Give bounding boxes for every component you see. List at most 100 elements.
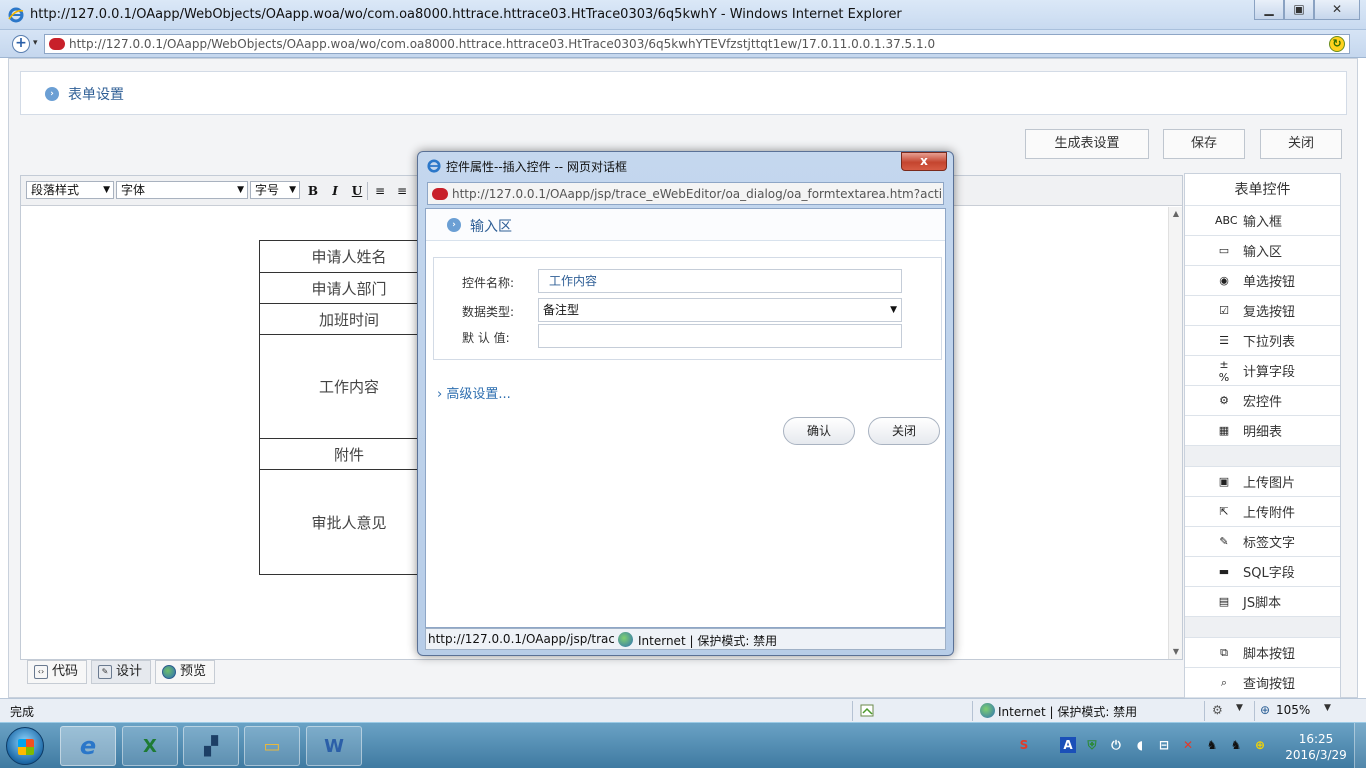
align-center-button[interactable]: ≡ <box>393 182 411 200</box>
control-upload-image[interactable]: ▣ 上传图片 <box>1185 467 1340 497</box>
control-script-button[interactable]: ⧉ 脚本按钮 <box>1185 638 1340 668</box>
zoom-level[interactable]: 105% <box>1276 703 1310 717</box>
control-detail-table[interactable]: ▦ 明细表 <box>1185 416 1340 446</box>
chevron-down-icon[interactable]: ▼ <box>1236 703 1251 718</box>
paragraph-style-select[interactable]: 段落样式 ▼ <box>26 181 114 199</box>
close-window-button[interactable]: ✕ <box>1314 0 1360 20</box>
control-label-text[interactable]: ✎ 标签文字 <box>1185 527 1340 557</box>
clock-date: 2016/3/29 <box>1285 748 1347 762</box>
security-zone: Internet | 保护模式: 禁用 <box>998 705 1138 719</box>
url-field[interactable]: http://127.0.0.1/OAapp/WebObjects/OAapp.… <box>44 34 1350 54</box>
dialog-close-button[interactable]: x <box>901 152 947 171</box>
table-cell[interactable]: 附件 <box>259 438 439 470</box>
dialog-security-zone: Internet | 保护模式: 禁用 <box>638 634 778 648</box>
window-title: http://127.0.0.1/OAapp/WebObjects/OAapp.… <box>30 7 902 22</box>
align-left-button[interactable]: ≡ <box>371 182 389 200</box>
protected-mode-icon[interactable]: ⚙ <box>1212 703 1227 718</box>
scroll-up-icon[interactable]: ▲ <box>1169 207 1183 221</box>
abc-icon: ABC <box>1215 214 1238 227</box>
control-label: 单选按钮 <box>1243 275 1296 290</box>
chevron-down-icon: ▼ <box>289 185 296 195</box>
chevron-down-icon[interactable]: ▼ <box>1324 703 1339 718</box>
close-button[interactable]: 关闭 <box>1260 129 1342 159</box>
control-label: 复选按钮 <box>1243 305 1296 320</box>
table-cell[interactable]: 申请人部门 <box>259 272 439 304</box>
table-cell[interactable]: 申请人姓名 <box>259 240 439 273</box>
underline-button[interactable]: U <box>348 182 366 200</box>
control-name-input[interactable]: 工作内容 <box>538 269 902 293</box>
sogou-icon[interactable]: S <box>1016 737 1032 753</box>
control-properties-form: 控件名称: 工作内容 数据类型: 备注型 ▼ 默 认 值: <box>433 257 942 360</box>
data-type-select[interactable]: 备注型 ▼ <box>538 298 902 322</box>
scroll-down-icon[interactable]: ▼ <box>1169 645 1183 659</box>
dialog-status-url: http://127.0.0.1/OAapp/jsp/trace_eWebEdi… <box>428 632 614 646</box>
generate-table-button[interactable]: 生成表设置 <box>1025 129 1149 159</box>
control-query-button[interactable]: ⌕ 查询按钮 <box>1185 668 1340 698</box>
start-button[interactable] <box>6 727 44 765</box>
show-desktop-button[interactable] <box>1354 723 1366 768</box>
control-macro[interactable]: ⚙ 宏控件 <box>1185 386 1340 416</box>
taskbar-word[interactable]: W <box>306 726 362 766</box>
advanced-settings-link[interactable]: › 高级设置... <box>437 383 511 402</box>
browser-helper-icon[interactable]: ⊕ <box>1252 737 1268 753</box>
italic-button[interactable]: I <box>326 182 344 200</box>
url-text[interactable]: http://127.0.0.1/OAapp/WebObjects/OAapp.… <box>69 37 935 51</box>
control-upload-attachment[interactable]: ⇱ 上传附件 <box>1185 497 1340 527</box>
control-dropdown[interactable]: ☰ 下拉列表 <box>1185 326 1340 356</box>
font-select[interactable]: 字体 ▼ <box>116 181 248 199</box>
nav-dropdown-icon[interactable]: ▾ <box>33 38 38 48</box>
copy-icon: ⧉ <box>1220 645 1228 659</box>
page-header: › 表单设置 <box>20 71 1347 115</box>
system-clock[interactable]: 16:25 2016/3/29 <box>1284 731 1348 763</box>
network-icon[interactable]: ⊟ <box>1156 737 1172 753</box>
control-js-script[interactable]: ▤ JS脚本 <box>1185 587 1340 617</box>
page-icon <box>49 38 65 50</box>
default-value-input[interactable] <box>538 324 902 348</box>
code-icon: ‹› <box>34 665 48 679</box>
editor-scrollbar[interactable]: ▲ ▼ <box>1168 207 1182 659</box>
tab-code[interactable]: ‹› 代码 <box>27 660 88 684</box>
window-titlebar: http://127.0.0.1/OAapp/WebObjects/OAapp.… <box>0 0 1366 30</box>
ime-icon[interactable]: A <box>1060 737 1076 753</box>
control-radio[interactable]: ◉ 单选按钮 <box>1185 266 1340 296</box>
table-row: 工作内容 <box>259 334 439 439</box>
search-icon: ⌕ <box>1220 675 1228 689</box>
font-label: 字体 <box>121 183 146 197</box>
control-calc-field[interactable]: ±% 计算字段 <box>1185 356 1340 386</box>
network-error-icon[interactable]: ✕ <box>1180 737 1196 753</box>
table-cell[interactable]: 审批人意见 <box>259 469 439 575</box>
control-textarea[interactable]: ▭ 输入区 <box>1185 236 1340 266</box>
taskbar-photo[interactable]: ▞ <box>183 726 239 766</box>
section-arrow-icon: › <box>447 218 461 232</box>
qq-icon[interactable]: ♞ <box>1204 737 1220 753</box>
edit-page-icon[interactable] <box>860 703 875 718</box>
shield-icon[interactable]: ⛨ <box>1084 737 1100 753</box>
control-sql-field[interactable]: ▬ SQL字段 <box>1185 557 1340 587</box>
save-button[interactable]: 保存 <box>1163 129 1245 159</box>
table-cell[interactable]: 工作内容 <box>259 334 439 439</box>
power-icon[interactable]: ⏻ <box>1108 737 1124 753</box>
taskbar-explorer[interactable]: ▭ <box>244 726 300 766</box>
table-cell[interactable]: 加班时间 <box>259 303 439 335</box>
new-tab-button[interactable]: + <box>12 35 30 53</box>
bold-button[interactable]: B <box>304 182 322 200</box>
confirm-button[interactable]: 确认 <box>783 417 855 445</box>
control-checkbox[interactable]: ☑ 复选按钮 <box>1185 296 1340 326</box>
minimize-button[interactable]: ▁ <box>1254 0 1284 20</box>
zoom-icon[interactable]: ⊕ <box>1260 703 1275 718</box>
taskbar-excel[interactable]: X <box>122 726 178 766</box>
tab-design[interactable]: ✎ 设计 <box>91 660 152 684</box>
ie-logo-icon <box>8 7 24 23</box>
font-size-select[interactable]: 字号 ▼ <box>250 181 300 199</box>
maximize-button[interactable]: ▣ <box>1284 0 1314 20</box>
qq-icon[interactable]: ♞ <box>1228 737 1244 753</box>
dialog-cancel-button[interactable]: 关闭 <box>868 417 940 445</box>
control-label: 输入区 <box>1243 245 1283 260</box>
image-icon: ▣ <box>1218 475 1230 488</box>
tab-preview[interactable]: 预览 <box>155 660 216 684</box>
taskbar-ie[interactable]: e <box>60 726 116 766</box>
go-icon[interactable]: ↻ <box>1329 36 1345 52</box>
control-text-input[interactable]: ABC 输入框 <box>1185 206 1340 236</box>
volume-icon[interactable]: ◖ <box>1132 737 1148 753</box>
control-label: 上传附件 <box>1243 506 1296 521</box>
